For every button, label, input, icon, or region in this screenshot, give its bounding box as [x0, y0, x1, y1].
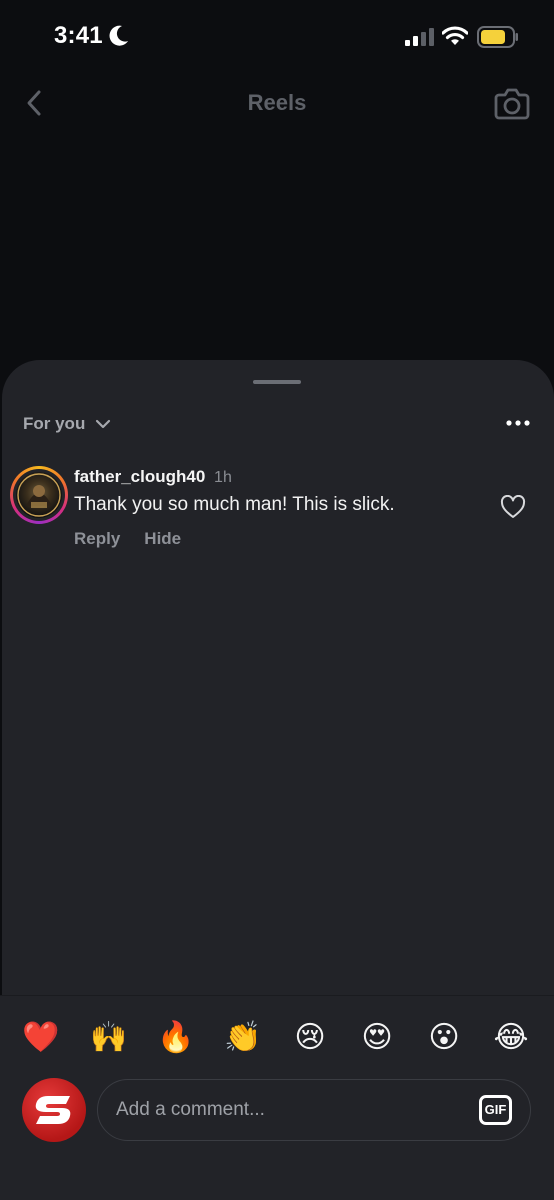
brand-logo-icon [35, 1096, 71, 1124]
commenter-avatar[interactable] [10, 466, 68, 524]
emoji-surprised[interactable]: 😮 [424, 1018, 464, 1058]
comment-timestamp: 1h [214, 469, 232, 486]
status-time: 3:41 [54, 22, 103, 49]
comment-input-field[interactable]: GIF [97, 1079, 531, 1141]
quick-emoji-row: ❤️ 🙌 🔥 👏 😢 😍 😮 😂 [0, 1018, 554, 1058]
moon-icon [109, 25, 128, 46]
battery-icon [477, 26, 518, 48]
cellular-signal-icon [405, 28, 434, 46]
sheet-grabber[interactable] [253, 380, 301, 384]
emoji-heart[interactable]: ❤️ [21, 1018, 61, 1058]
comment-header: father_clough40 1h [74, 467, 232, 487]
comment-text: Thank you so much man! This is slick. [74, 494, 395, 515]
emoji-fire[interactable]: 🔥 [156, 1018, 196, 1058]
chevron-down-icon [96, 419, 111, 429]
comment-actions: Reply Hide [74, 529, 181, 549]
reply-button[interactable]: Reply [74, 529, 120, 549]
comment-username[interactable]: father_clough40 [74, 467, 205, 486]
wifi-icon [442, 26, 468, 45]
comment-item: father_clough40 1h Thank you so much man… [2, 463, 554, 563]
my-avatar [22, 1078, 86, 1142]
camera-icon[interactable] [494, 86, 530, 120]
emoji-heart-eyes[interactable]: 😍 [357, 1018, 397, 1058]
avatar-image-icon [17, 473, 61, 517]
nav-bar: Reels [0, 76, 554, 130]
emoji-raised-hands[interactable]: 🙌 [89, 1018, 129, 1058]
page-title: Reels [247, 90, 307, 115]
emoji-clapping[interactable]: 👏 [223, 1018, 263, 1058]
more-options-icon[interactable] [505, 418, 531, 428]
comment-composer: ❤️ 🙌 🔥 👏 😢 😍 😮 😂 GIF [0, 995, 554, 1200]
sort-dropdown[interactable]: For you [23, 414, 111, 434]
emoji-crying[interactable]: 😢 [290, 1018, 330, 1058]
comment-input[interactable] [116, 1080, 456, 1140]
status-bar: 3:41 [0, 0, 554, 70]
hide-button[interactable]: Hide [144, 529, 181, 549]
sort-label: For you [23, 414, 86, 433]
heart-icon[interactable] [500, 495, 526, 519]
gif-button[interactable]: GIF [479, 1095, 512, 1125]
emoji-laughing[interactable]: 😂 [491, 1018, 531, 1058]
